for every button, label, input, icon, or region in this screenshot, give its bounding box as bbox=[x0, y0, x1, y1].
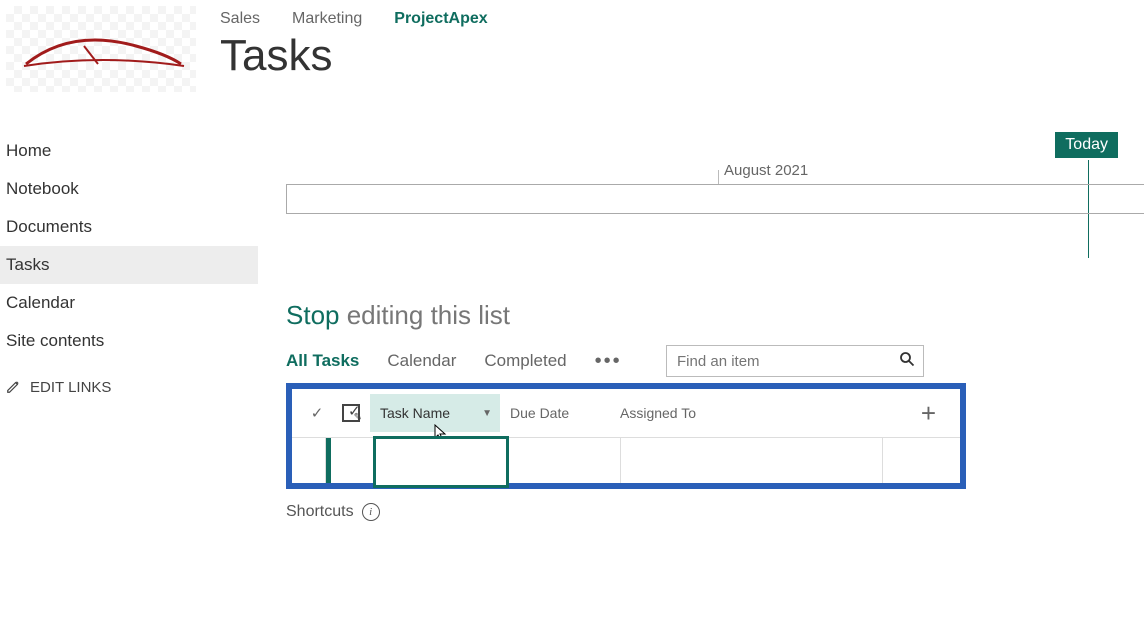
view-more-menu[interactable]: ••• bbox=[595, 351, 622, 371]
search-box[interactable] bbox=[666, 345, 924, 377]
view-tab-all-tasks[interactable]: All Tasks bbox=[286, 351, 359, 371]
column-header-task-name[interactable]: Task Name ▼ bbox=[370, 394, 500, 432]
grid-new-row bbox=[292, 437, 960, 483]
today-badge: Today bbox=[1055, 132, 1118, 158]
sidenav-calendar[interactable]: Calendar bbox=[0, 284, 258, 322]
grid-header-row: ✓ ✎ Task Name ▼ Due Date Assigned To + bbox=[292, 389, 960, 437]
info-icon[interactable]: i bbox=[362, 503, 380, 521]
column-complete-icon[interactable]: ✓ bbox=[302, 404, 332, 422]
row-due-date-cell[interactable] bbox=[509, 438, 621, 483]
shortcuts-label: Shortcuts bbox=[286, 503, 354, 521]
side-nav: Home Notebook Documents Tasks Calendar S… bbox=[0, 132, 258, 521]
timeline-bar[interactable] bbox=[286, 184, 1144, 214]
column-select-all[interactable]: ✎ bbox=[332, 404, 370, 422]
car-logo-icon bbox=[16, 24, 186, 74]
sidenav-notebook[interactable]: Notebook bbox=[0, 170, 258, 208]
column-header-task-name-label: Task Name bbox=[380, 405, 450, 421]
pencil-icon bbox=[6, 380, 20, 394]
edit-links-label: EDIT LINKS bbox=[30, 379, 111, 396]
column-header-due-date[interactable]: Due Date bbox=[500, 405, 610, 421]
search-icon[interactable] bbox=[899, 351, 915, 371]
timeline-month-tick bbox=[718, 170, 719, 185]
sidenav-documents[interactable]: Documents bbox=[0, 208, 258, 246]
view-tab-calendar[interactable]: Calendar bbox=[387, 351, 456, 371]
site-logo[interactable] bbox=[6, 6, 196, 92]
edit-mode-header: Stop editing this list bbox=[286, 300, 1144, 331]
sidenav-sitecontents[interactable]: Site contents bbox=[0, 322, 258, 360]
search-input[interactable] bbox=[675, 352, 899, 371]
top-nav: Sales Marketing ProjectApex bbox=[220, 6, 1144, 28]
row-task-name-cell[interactable] bbox=[373, 436, 509, 488]
column-header-assigned-to[interactable]: Assigned To bbox=[610, 405, 810, 421]
top-nav-projectapex[interactable]: ProjectApex bbox=[394, 10, 487, 28]
task-grid-highlight: ✓ ✎ Task Name ▼ Due Date Assigned To + bbox=[286, 383, 966, 489]
add-column-button[interactable]: + bbox=[921, 398, 936, 429]
row-assigned-to-cell[interactable] bbox=[621, 438, 883, 483]
shortcuts-row[interactable]: Shortcuts i bbox=[286, 503, 1144, 521]
row-select-cell[interactable] bbox=[331, 438, 375, 483]
timeline-month-label: August 2021 bbox=[724, 162, 808, 179]
page-title: Tasks bbox=[220, 32, 1144, 80]
row-complete-cell[interactable] bbox=[292, 438, 326, 483]
chevron-down-icon[interactable]: ▼ bbox=[482, 408, 492, 419]
stop-editing-link[interactable]: Stop bbox=[286, 300, 340, 330]
top-nav-sales[interactable]: Sales bbox=[220, 10, 260, 28]
edit-links[interactable]: EDIT LINKS bbox=[0, 361, 258, 396]
editing-rest-label: editing this list bbox=[340, 300, 511, 330]
row-trailing-cell bbox=[883, 438, 960, 483]
timeline: Today August 2021 bbox=[286, 132, 1144, 232]
top-nav-marketing[interactable]: Marketing bbox=[292, 10, 362, 28]
sidenav-home[interactable]: Home bbox=[0, 132, 258, 170]
sidenav-tasks[interactable]: Tasks bbox=[0, 246, 258, 284]
view-tab-completed[interactable]: Completed bbox=[484, 351, 566, 371]
select-all-checkbox-icon: ✎ bbox=[342, 404, 360, 422]
